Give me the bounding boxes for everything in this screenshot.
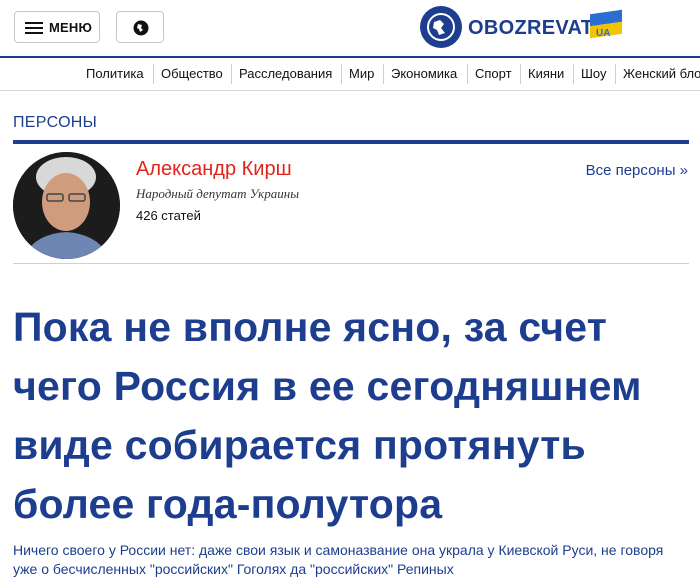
- hamburger-icon: [25, 22, 43, 34]
- person-name-link[interactable]: Александр Кирш: [136, 158, 292, 181]
- nav-divider: [383, 64, 384, 84]
- menu-button[interactable]: МЕНЮ: [14, 11, 100, 43]
- nav-divider: [467, 64, 468, 84]
- nav-item-womens-blog[interactable]: Женский блог: [623, 66, 700, 81]
- nav-item-society[interactable]: Общество: [161, 66, 223, 81]
- nav-item-world[interactable]: Мир: [349, 66, 374, 81]
- nav-item-politics[interactable]: Политика: [86, 66, 144, 81]
- nav-item-sport[interactable]: Спорт: [475, 66, 512, 81]
- person-role: Народный депутат Украины: [136, 186, 300, 201]
- nav-item-kiev[interactable]: Кияни: [528, 66, 564, 81]
- person-article-count: 426 статей: [136, 208, 201, 223]
- globe-icon: [133, 20, 149, 36]
- nav-item-investigations[interactable]: Расследования: [239, 66, 332, 81]
- person-avatar[interactable]: [13, 152, 120, 259]
- nav-item-economy[interactable]: Экономика: [391, 66, 457, 81]
- article-lead: Ничего своего у России нет: даже свои яз…: [13, 542, 664, 577]
- nav-divider: [520, 64, 521, 84]
- nav-item-show[interactable]: Шоу: [581, 66, 607, 81]
- category-nav: Политика Общество Расследования Мир Экон…: [0, 58, 700, 91]
- menu-label: МЕНЮ: [49, 20, 93, 35]
- nav-divider: [573, 64, 574, 84]
- nav-divider: [341, 64, 342, 84]
- top-bar: МЕНЮ OBOZREVATEL UA: [0, 0, 700, 58]
- logo-suffix: UA: [596, 28, 611, 39]
- logo-globe-icon: [420, 6, 462, 48]
- person-divider: [13, 263, 689, 264]
- nav-divider: [615, 64, 616, 84]
- section-title: ПЕРСОНЫ: [13, 114, 98, 131]
- all-persons-link[interactable]: Все персоны »: [586, 162, 688, 179]
- section-divider: [13, 140, 689, 144]
- site-logo[interactable]: OBOZREVATEL UA: [420, 6, 640, 50]
- nav-divider: [153, 64, 154, 84]
- language-button[interactable]: [116, 11, 164, 43]
- article-headline[interactable]: Пока не вполне ясно, за счет чего Россия…: [13, 298, 689, 534]
- nav-divider: [231, 64, 232, 84]
